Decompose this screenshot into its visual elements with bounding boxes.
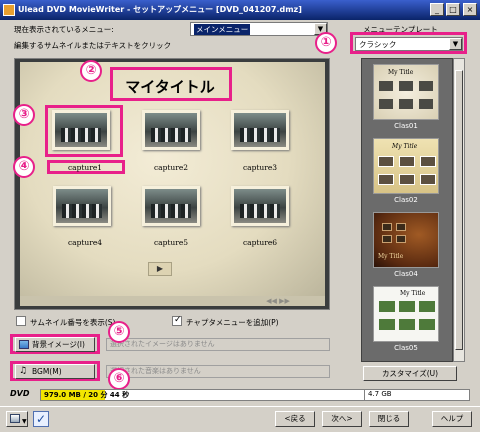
customize-button[interactable]: カスタマイズ(U) [363,366,457,381]
checkmark-icon[interactable]: ✓ [33,411,49,427]
thumbnail-5[interactable] [142,186,200,226]
maximize-button[interactable]: □ [446,3,460,16]
window-title-bar[interactable]: Ulead DVD MovieWriter - セットアップメニュー [DVD_… [0,0,480,20]
template-card-3[interactable]: My Title [373,212,439,268]
add-chapter-menu-label[interactable]: チャプタメニューを追加(P) [186,317,279,328]
list-icon [10,414,20,423]
menu-next-page-button[interactable]: ▶ [148,262,172,276]
thumbnail-2[interactable] [142,110,200,150]
bgm-label: BGM(M) [32,367,62,376]
callout-number-6: ⑥ [108,368,130,390]
capacity-max-text: 4.7 GB [368,390,392,398]
template-card-title: My Title [388,69,414,76]
callout-number-4: ④ [13,156,35,178]
close-button[interactable]: 閉じる [369,411,409,427]
template-card-title: My Title [378,253,404,260]
template-scroll-thumb[interactable] [455,70,463,350]
edit-hint: 編集するサムネイルまたはテキストをクリック [14,41,172,50]
current-menu-value: メインメニュー [194,24,251,35]
chevron-down-icon[interactable]: ▼ [449,38,462,50]
music-note-icon: ♫ [19,366,28,376]
capacity-used-text: 979.0 MB / 20 分 44 秒 [44,391,130,399]
thumbnail-4[interactable] [53,186,111,226]
window-title: Ulead DVD MovieWriter - セットアップメニュー [DVD_… [18,5,302,14]
background-image-button[interactable]: 背景イメージ(I) [15,337,95,352]
callout-number-1: ① [315,32,337,54]
callout-number-5: ⑤ [108,321,130,343]
page-nav-icons: ◀◀ ▶▶ [266,297,290,305]
next-button[interactable]: 次へ> [322,411,362,427]
thumbnail-3[interactable] [231,110,289,150]
thumbnail-caption-5[interactable]: capture5 [139,238,203,247]
bgm-button[interactable]: ♫ BGM(M) [15,364,95,379]
disc-type-label: DVD [10,389,30,398]
thumbnail-caption-3[interactable]: capture3 [228,163,292,172]
template-card-title: My Title [392,143,418,150]
template-card-4[interactable]: My Title [373,286,439,342]
template-card-title: My Title [400,290,426,297]
template-card-1[interactable]: My Title [373,64,439,120]
show-thumbnail-number-checkbox[interactable] [16,316,26,326]
template-label-4[interactable]: Clas05 [370,344,442,352]
menu-template-value: クラシック [359,40,397,49]
back-button[interactable]: <戻る [275,411,315,427]
chevron-down-icon: ▼ [22,418,27,425]
add-chapter-menu-checkbox[interactable] [172,315,182,326]
template-label-3[interactable]: Clas04 [370,270,442,278]
menu-title-text[interactable]: マイタイトル [112,74,228,100]
help-button[interactable]: ヘルプ [432,411,472,427]
preview-mode-button[interactable]: ▼ [6,411,28,427]
background-image-field: 選択されたイメージはありません [106,338,330,351]
thumbnail-caption-2[interactable]: capture2 [139,163,203,172]
app-icon [3,4,15,16]
menu-template-dropdown[interactable]: クラシック ▼ [355,37,463,51]
template-label-1[interactable]: Clas01 [370,122,442,130]
thumbnail-caption-1[interactable]: capture1 [53,163,117,172]
template-card-2[interactable]: My Title [373,138,439,194]
current-menu-dropdown[interactable]: メインメニュー ▼ [190,22,328,36]
thumbnail-caption-4[interactable]: capture4 [53,238,117,247]
image-icon [19,340,29,349]
bgm-field: 選択された音楽はありません [106,365,330,378]
background-image-label: 背景イメージ(I) [32,340,85,349]
current-menu-label: 現在表示されているメニュー: [14,25,114,34]
thumbnail-1[interactable] [52,110,110,150]
show-thumbnail-number-label[interactable]: サムネイル番号を表示(S) [30,317,115,328]
callout-number-3: ③ [13,104,35,126]
close-window-button[interactable]: × [463,3,477,16]
callout-number-2: ② [80,60,102,82]
template-label-2[interactable]: Clas02 [370,196,442,204]
minimize-button[interactable]: _ [430,3,444,16]
thumbnail-6[interactable] [231,186,289,226]
thumbnail-caption-6[interactable]: capture6 [228,238,292,247]
